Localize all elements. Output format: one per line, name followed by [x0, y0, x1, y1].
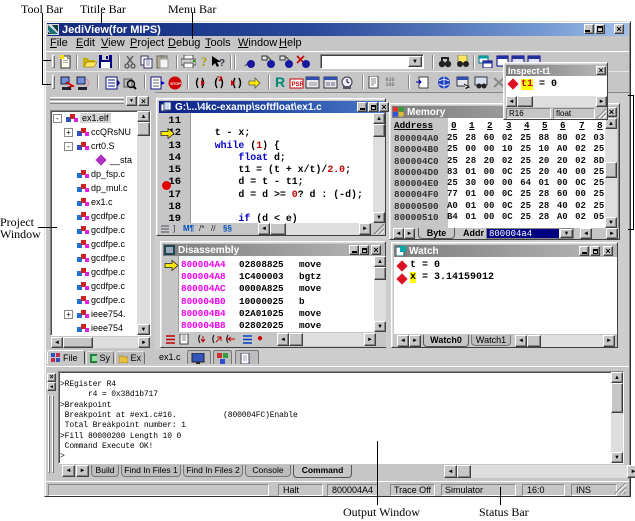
- svg-text:?: ?: [219, 58, 225, 68]
- svg-text:STOP: STOP: [170, 80, 181, 85]
- svg-text:PSR: PSR: [291, 82, 304, 88]
